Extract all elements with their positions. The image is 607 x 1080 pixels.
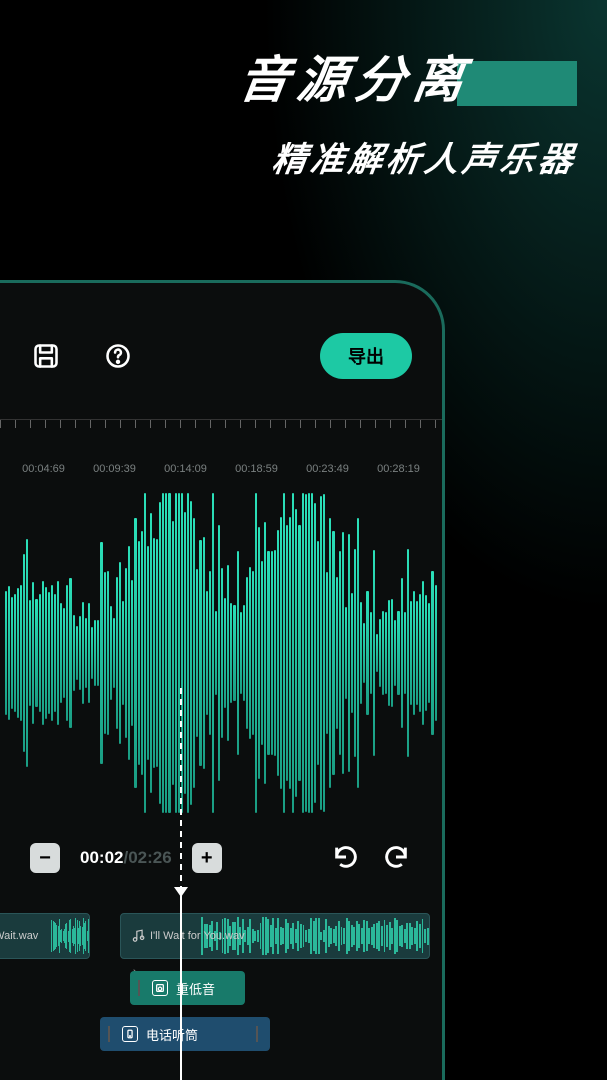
current-time: 00:02 [80, 848, 123, 867]
timeline-ruler[interactable] [0, 419, 442, 449]
export-button[interactable]: 导出 [320, 333, 412, 379]
total-time: 02:26 [128, 848, 171, 867]
timestamp: 00:23:49 [306, 463, 349, 475]
tag-label: 电话听筒 [146, 1025, 198, 1044]
track-row: I'll Wait.wav ‹ › I'll Wait for You.wav [0, 913, 442, 959]
save-icon [32, 342, 60, 370]
audio-clip-left[interactable]: I'll Wait.wav [0, 913, 90, 959]
clip-label: I'll Wait.wav [0, 930, 38, 942]
timestamp: 00:04:69 [22, 463, 65, 475]
redo-icon [382, 843, 410, 871]
track-row: 电话听筒 [0, 1017, 442, 1051]
undo-icon [332, 843, 360, 871]
drag-handle-icon [108, 1026, 110, 1042]
promo-header: 音源分离 精准解析人声乐器 [0, 0, 607, 201]
zoom-in-button[interactable]: + [192, 843, 222, 873]
save-button[interactable] [30, 340, 62, 372]
help-icon [104, 342, 132, 370]
undo-button[interactable] [332, 843, 362, 873]
track-row: 重低音 [0, 971, 442, 1005]
timestamp: 00:28:19 [377, 463, 420, 475]
clip-label: I'll Wait for You.wav [150, 930, 245, 942]
title-accent-block [457, 61, 577, 106]
tracks-panel: I'll Wait.wav ‹ › I'll Wait for You.wav … [0, 893, 442, 1051]
timestamp: 00:14:09 [164, 463, 207, 475]
timestamp: 00:18:59 [235, 463, 278, 475]
device-frame: 导出 00:04:69 00:09:39 00:14:09 00:18:59 0… [0, 280, 445, 1080]
effect-tag-phone[interactable]: 电话听筒 [100, 1017, 270, 1051]
phone-icon [122, 1026, 138, 1042]
drag-handle-icon [256, 1026, 258, 1042]
timeline-timestamps: 00:04:69 00:09:39 00:14:09 00:18:59 00:2… [0, 449, 442, 483]
waveform-playhead[interactable] [180, 688, 182, 1058]
zoom-out-button[interactable]: − [30, 843, 60, 873]
effect-tag-bass[interactable]: 重低音 [130, 971, 245, 1005]
speaker-icon [152, 980, 168, 996]
main-waveform[interactable] [0, 483, 442, 823]
app-toolbar: 导出 [0, 283, 442, 409]
promo-title: 音源分离 [235, 40, 477, 112]
promo-subtitle: 精准解析人声乐器 [27, 132, 581, 181]
redo-button[interactable] [382, 843, 412, 873]
audio-clip-main[interactable]: I'll Wait for You.wav [120, 913, 430, 959]
timestamp: 00:09:39 [93, 463, 136, 475]
playback-controls: − 00:02/02:26 + [0, 823, 442, 893]
help-button[interactable] [102, 340, 134, 372]
drag-handle-icon [138, 980, 140, 996]
